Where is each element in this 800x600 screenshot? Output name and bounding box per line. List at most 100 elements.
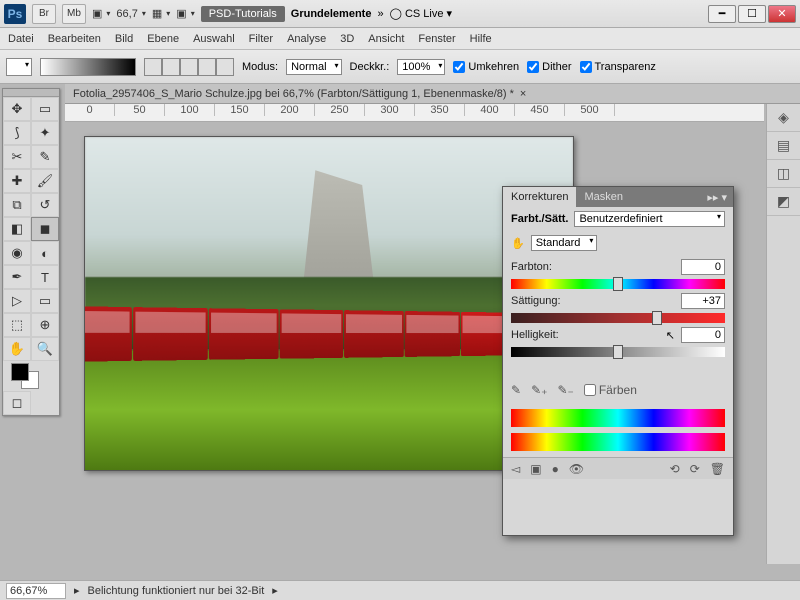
eraser-tool[interactable]: ◧ — [3, 217, 31, 241]
hue-value[interactable]: 0 — [681, 259, 725, 275]
close-button[interactable]: ✕ — [768, 5, 796, 23]
visibility-icon[interactable]: 👁 — [569, 462, 584, 476]
blur-tool[interactable]: ◉ — [3, 241, 31, 265]
minibridge-button[interactable]: Mb — [62, 4, 86, 24]
lasso-tool[interactable]: ⟆ — [3, 121, 31, 145]
gradient-tool[interactable]: ◼ — [31, 217, 59, 241]
app-icon[interactable]: Ps — [4, 4, 26, 24]
gradient-angle[interactable] — [180, 58, 198, 76]
menu-bild[interactable]: Bild — [115, 33, 133, 45]
shape-tool[interactable]: ▭ — [31, 289, 59, 313]
pen-tool[interactable]: ✒ — [3, 265, 31, 289]
adjustment-title: Farbt./Sätt. — [511, 213, 568, 225]
eyedropper-icon[interactable]: ✎ — [511, 383, 521, 397]
colorize-checkbox[interactable]: Färben — [584, 383, 637, 397]
expand-icon[interactable]: ▣ — [530, 462, 541, 476]
dither-checkbox[interactable]: Dither — [527, 61, 571, 73]
workspace-more-icon[interactable]: » — [377, 8, 383, 20]
hand-icon[interactable]: ✋ — [511, 237, 525, 250]
heal-tool[interactable]: ✚ — [3, 169, 31, 193]
menu-bearbeiten[interactable]: Bearbeiten — [48, 33, 101, 45]
foreground-color[interactable] — [11, 363, 29, 381]
edit-dropdown[interactable]: Standard — [531, 235, 598, 251]
saturation-slider[interactable] — [511, 313, 725, 323]
menu-datei[interactable]: Datei — [8, 33, 34, 45]
gradient-radial[interactable] — [162, 58, 180, 76]
document-tab[interactable]: Fotolia_2957406_S_Mario Schulze.jpg bei … — [65, 84, 800, 104]
maximize-button[interactable]: ☐ — [738, 5, 766, 23]
transparency-checkbox[interactable]: Transparenz — [580, 61, 656, 73]
marquee-tool[interactable]: ▭ — [31, 97, 59, 121]
menu-hilfe[interactable]: Hilfe — [470, 33, 492, 45]
gradient-linear[interactable] — [144, 58, 162, 76]
minimize-button[interactable]: ━ — [708, 5, 736, 23]
zoom-dropdown[interactable]: 66,7 — [116, 8, 145, 20]
close-tab-icon[interactable]: × — [520, 88, 526, 100]
opacity-input[interactable]: 100% — [397, 59, 445, 75]
tab-korrekturen[interactable]: Korrekturen — [503, 187, 576, 207]
tab-masken[interactable]: Masken — [576, 187, 631, 207]
return-icon[interactable]: ◅ — [511, 462, 520, 476]
zoom-level[interactable]: 66,67% — [6, 583, 66, 599]
workspace-grundelemente[interactable]: Grundelemente — [291, 8, 372, 20]
reverse-checkbox[interactable]: Umkehren — [453, 61, 519, 73]
doc-arrange-dropdown[interactable]: ▦ — [152, 7, 170, 20]
menu-ebene[interactable]: Ebene — [147, 33, 179, 45]
menu-filter[interactable]: Filter — [249, 33, 273, 45]
gradient-reflected[interactable] — [198, 58, 216, 76]
panel-menu-icon[interactable]: ▸▸ ▾ — [701, 191, 733, 204]
status-arrow-icon[interactable]: ▸ — [74, 584, 80, 597]
brush-tool[interactable]: 🖌 — [31, 169, 59, 193]
layers-panel-icon[interactable]: ◈ — [767, 104, 800, 132]
wand-tool[interactable]: ✦ — [31, 121, 59, 145]
path-tool[interactable]: ▷ — [3, 289, 31, 313]
channels-panel-icon[interactable]: ▤ — [767, 132, 800, 160]
color-swatches[interactable] — [3, 361, 59, 391]
view-mode-dropdown[interactable]: ▣ — [92, 7, 110, 20]
eyedropper-tool[interactable]: ✎ — [31, 145, 59, 169]
lightness-value[interactable]: 0 — [681, 327, 725, 343]
options-bar: Modus: Normal Deckkr.: 100% Umkehren Dit… — [0, 50, 800, 84]
reset-icon[interactable]: ⟳ — [690, 462, 700, 476]
trash-icon[interactable]: 🗑 — [710, 462, 725, 476]
stamp-tool[interactable]: ⧉ — [3, 193, 31, 217]
swatches-panel-icon[interactable]: ◫ — [767, 160, 800, 188]
previous-icon[interactable]: ⟲ — [670, 462, 680, 476]
tool-preset-picker[interactable] — [6, 58, 32, 76]
document-canvas[interactable] — [84, 136, 574, 471]
styles-panel-icon[interactable]: ◩ — [767, 188, 800, 216]
status-more-icon[interactable]: ▸ — [272, 584, 278, 597]
gradient-preview[interactable] — [40, 58, 136, 76]
dodge-tool[interactable]: ◐ — [31, 241, 59, 265]
cslive-button[interactable]: ◯ CS Live ▾ — [390, 7, 452, 20]
quickmask-toggle[interactable]: ◻ — [3, 391, 31, 415]
crop-tool[interactable]: ✂ — [3, 145, 31, 169]
workspace-psd-tutorials[interactable]: PSD-Tutorials — [201, 6, 285, 22]
palette-grip[interactable] — [3, 89, 59, 97]
preset-dropdown[interactable]: Benutzerdefiniert — [574, 211, 725, 227]
menu-3d[interactable]: 3D — [340, 33, 354, 45]
saturation-value[interactable]: +37 — [681, 293, 725, 309]
menu-ansicht[interactable]: Ansicht — [368, 33, 404, 45]
mode-dropdown[interactable]: Normal — [286, 59, 341, 75]
zoom-tool[interactable]: 🔍 — [31, 337, 59, 361]
lightness-slider[interactable] — [511, 347, 725, 357]
screen-mode-dropdown[interactable]: ▣ — [176, 7, 194, 20]
clip-icon[interactable]: ● — [552, 462, 559, 476]
type-tool[interactable]: T — [31, 265, 59, 289]
bridge-button[interactable]: Br — [32, 4, 56, 24]
3d-tool[interactable]: ⬚ — [3, 313, 31, 337]
eyedropper-minus-icon[interactable]: ✎₋ — [557, 383, 573, 397]
gradient-diamond[interactable] — [216, 58, 234, 76]
mode-label: Modus: — [242, 61, 278, 73]
menu-analyse[interactable]: Analyse — [287, 33, 326, 45]
hand-tool[interactable]: ✋ — [3, 337, 31, 361]
move-tool[interactable]: ✥ — [3, 97, 31, 121]
history-brush-tool[interactable]: ↺ — [31, 193, 59, 217]
eyedropper-plus-icon[interactable]: ✎₊ — [531, 383, 547, 397]
menu-fenster[interactable]: Fenster — [418, 33, 455, 45]
hue-slider[interactable] — [511, 279, 725, 289]
3d-camera-tool[interactable]: ⊕ — [31, 313, 59, 337]
menu-auswahl[interactable]: Auswahl — [193, 33, 235, 45]
document-title: Fotolia_2957406_S_Mario Schulze.jpg bei … — [73, 88, 514, 100]
